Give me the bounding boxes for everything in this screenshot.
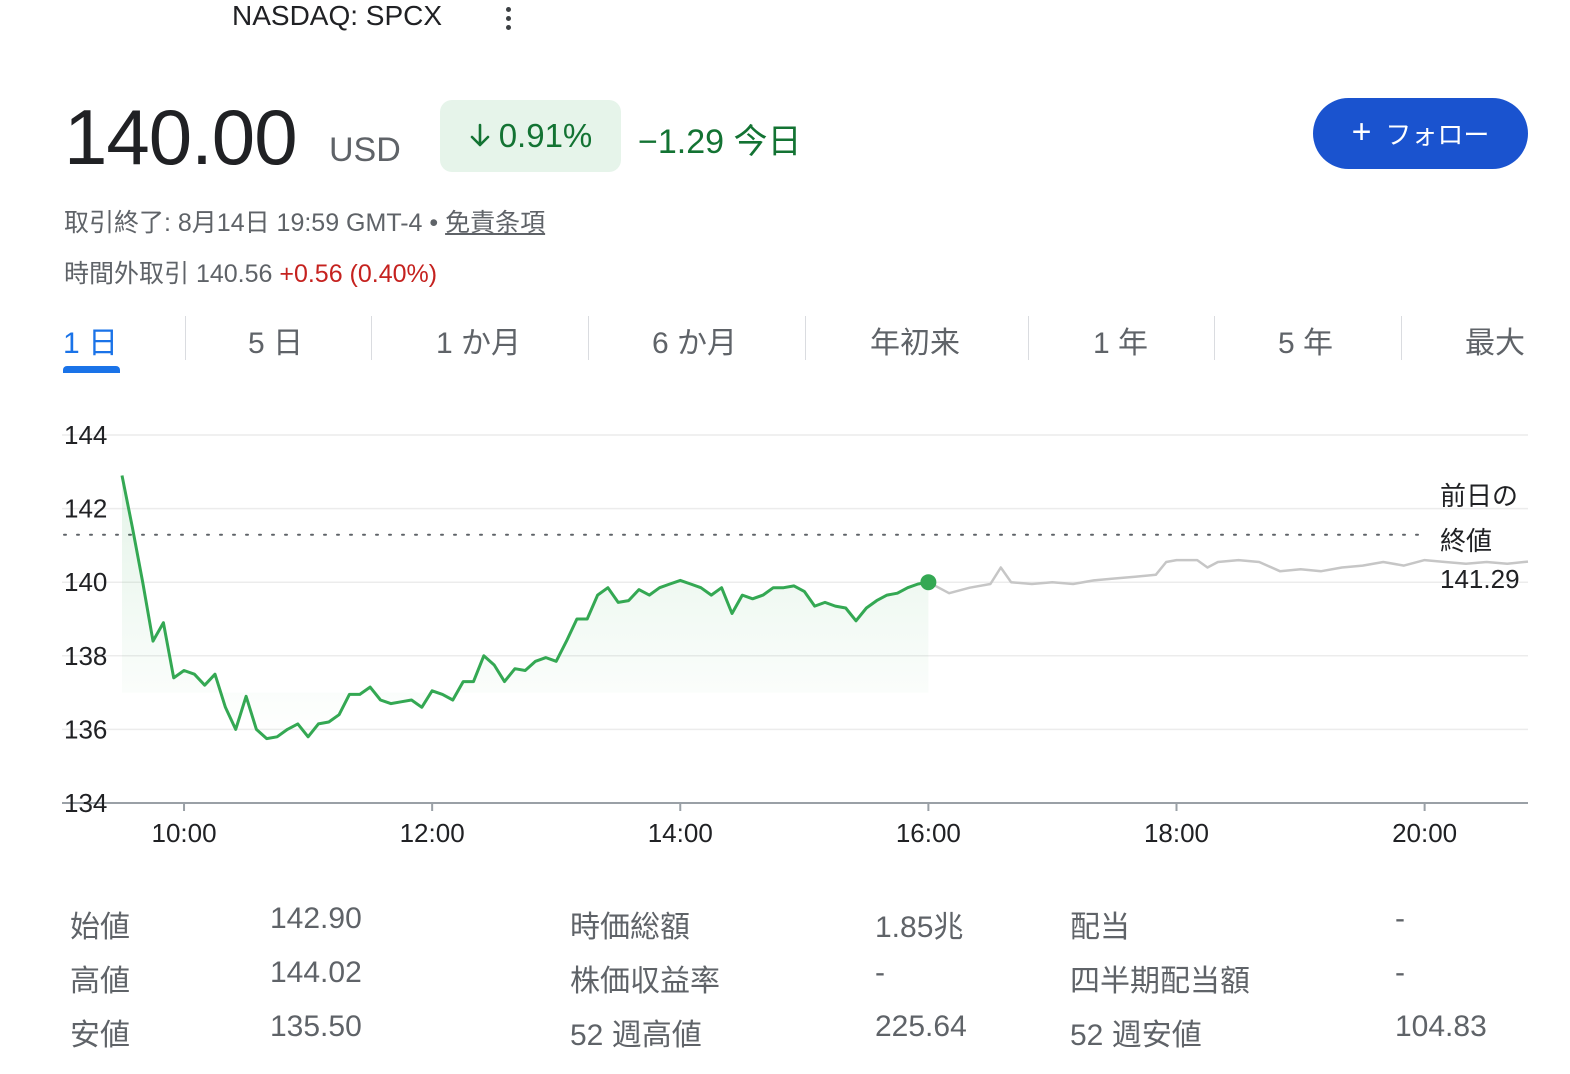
stat-value-52w-low: 104.83 [1395,1010,1487,1043]
follow-label: フォロー [1385,120,1490,150]
stat-label-market-cap: 時価総額 [570,911,690,944]
y-tick-label: 138 [64,641,107,671]
y-tick-label: 140 [64,567,107,597]
previous-close-label-line: 141.29 [1440,564,1520,594]
stat-value-pe-ratio: - [875,956,885,989]
stat-label-pe-ratio: 株価収益率 [570,965,720,998]
tab-divider [1214,316,1215,360]
change-absolute: −1.29 今日 [638,123,802,161]
tab-divider [805,316,806,360]
after-hours-status: 時間外取引 140.56 +0.56 (0.40%) [64,254,437,290]
closed-text: 取引終了: 8月14日 19:59 GMT-4 • [64,209,446,237]
x-tick-label: 18:00 [1144,818,1209,848]
stat-value-quarterly-dividend: - [1395,956,1405,989]
regular-session-area [122,475,929,739]
x-tick-label: 12:00 [400,818,465,848]
after-hours-label: 時間外取引 140.56 [64,260,280,288]
tab-1y[interactable]: 1 年 [1093,318,1148,362]
stat-label-high: 高値 [70,965,130,998]
stat-label-52w-high: 52 週高値 [570,1019,702,1052]
x-axis: 10:00 12:00 14:00 16:00 18:00 20:00 [151,803,1457,848]
tab-divider [185,316,186,360]
y-axis: 134 136 138 140 142 144 [64,420,107,818]
x-tick-label: 10:00 [151,818,216,848]
current-price: 140.00 [64,93,298,181]
x-tick-label: 16:00 [896,818,961,848]
price-chart[interactable]: 134136138140142144 10:00 12:00 14:00 16:00 1… [0,395,1570,865]
arrow-down-icon [470,123,490,147]
tab-5y[interactable]: 5 年 [1278,318,1333,362]
stat-value-market-cap: 1.85兆 [875,911,964,944]
stat-label-52w-low: 52 週安値 [1070,1019,1202,1052]
more-vert-icon[interactable] [498,4,518,34]
x-tick-label: 14:00 [648,818,713,848]
previous-close-label-line: 終値 [1440,526,1492,556]
after-hours-line [927,558,1529,595]
tab-divider [588,316,589,360]
after-hours-change: +0.56 (0.40%) [279,260,438,288]
tab-divider [1401,316,1402,360]
stat-label-open: 始値 [70,911,130,944]
tab-ytd[interactable]: 年初来 [870,318,960,362]
tab-1d[interactable]: 1 日 [63,318,118,362]
stat-label-low: 安値 [70,1019,130,1052]
active-tab-indicator [63,366,120,373]
stat-value-open: 142.90 [270,902,362,935]
y-tick-label: 136 [64,714,107,744]
y-tick-label: 134 [64,788,107,818]
tab-6m[interactable]: 6 か月 [652,318,737,362]
tab-divider [371,316,372,360]
previous-close-label-line: 前日の [1440,481,1518,511]
change-percent: 0.91% [498,117,593,154]
disclaimer-link[interactable]: 免責条項 [445,209,545,237]
currency-label: USD [329,131,401,169]
tab-1m[interactable]: 1 か月 [436,318,521,362]
stat-value-low: 135.50 [270,1010,362,1043]
close-price-marker [920,574,937,591]
stat-label-dividend: 配当 [1070,911,1130,944]
y-tick-label: 144 [64,420,107,450]
tab-divider [1028,316,1029,360]
tab-5d[interactable]: 5 日 [248,318,303,362]
stat-value-52w-high: 225.64 [875,1010,967,1043]
change-percent-badge: 0.91% [440,100,621,172]
stat-value-dividend: - [1395,902,1405,935]
y-tick-label: 142 [64,494,107,524]
previous-close-label: 前日の終値 141.29 [1440,481,1520,594]
tab-max[interactable]: 最大 [1465,318,1525,362]
follow-button[interactable]: + フォロー [1313,98,1528,169]
market-closed-status: 取引終了: 8月14日 19:59 GMT-4 • 免責条項 [64,203,545,239]
plus-icon: + [1351,113,1372,151]
ticker-symbol: NASDAQ: SPCX [232,0,443,31]
stat-label-quarterly-dividend: 四半期配当額 [1070,965,1250,998]
stat-value-high: 144.02 [270,956,362,989]
x-tick-label: 20:00 [1392,818,1457,848]
